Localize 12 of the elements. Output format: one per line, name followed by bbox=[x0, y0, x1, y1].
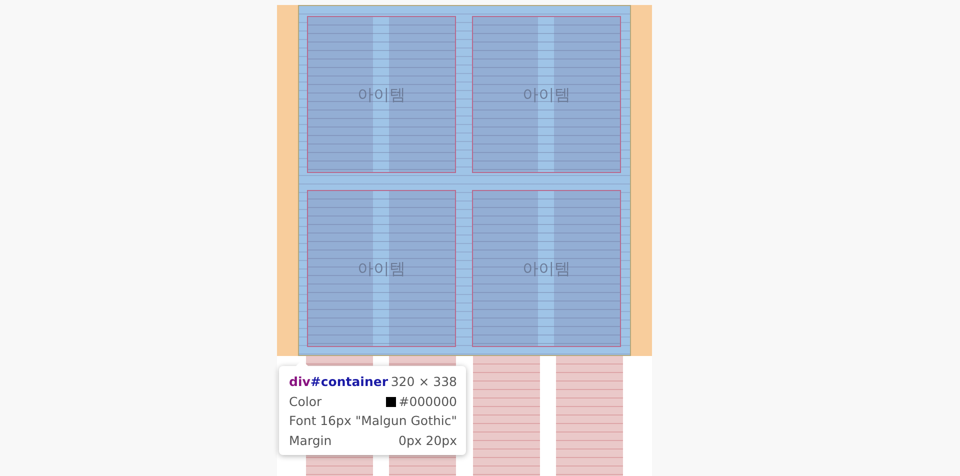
element-selector: div#container bbox=[289, 373, 388, 391]
property-value: #000000 bbox=[398, 394, 457, 408]
property-name: Font bbox=[289, 412, 316, 430]
property-name: Color bbox=[289, 392, 322, 410]
property-value: 16px "Malgun Gothic" bbox=[320, 412, 457, 430]
element-size: 320 × 338 bbox=[390, 373, 457, 391]
item-label: 아이템 bbox=[358, 84, 406, 106]
item-label: 아이템 bbox=[522, 258, 570, 280]
property-value: 0px 20px bbox=[398, 432, 457, 450]
item-label: 아이템 bbox=[522, 84, 570, 106]
item-label: 아이템 bbox=[358, 258, 406, 280]
property-name: Margin bbox=[289, 432, 332, 450]
